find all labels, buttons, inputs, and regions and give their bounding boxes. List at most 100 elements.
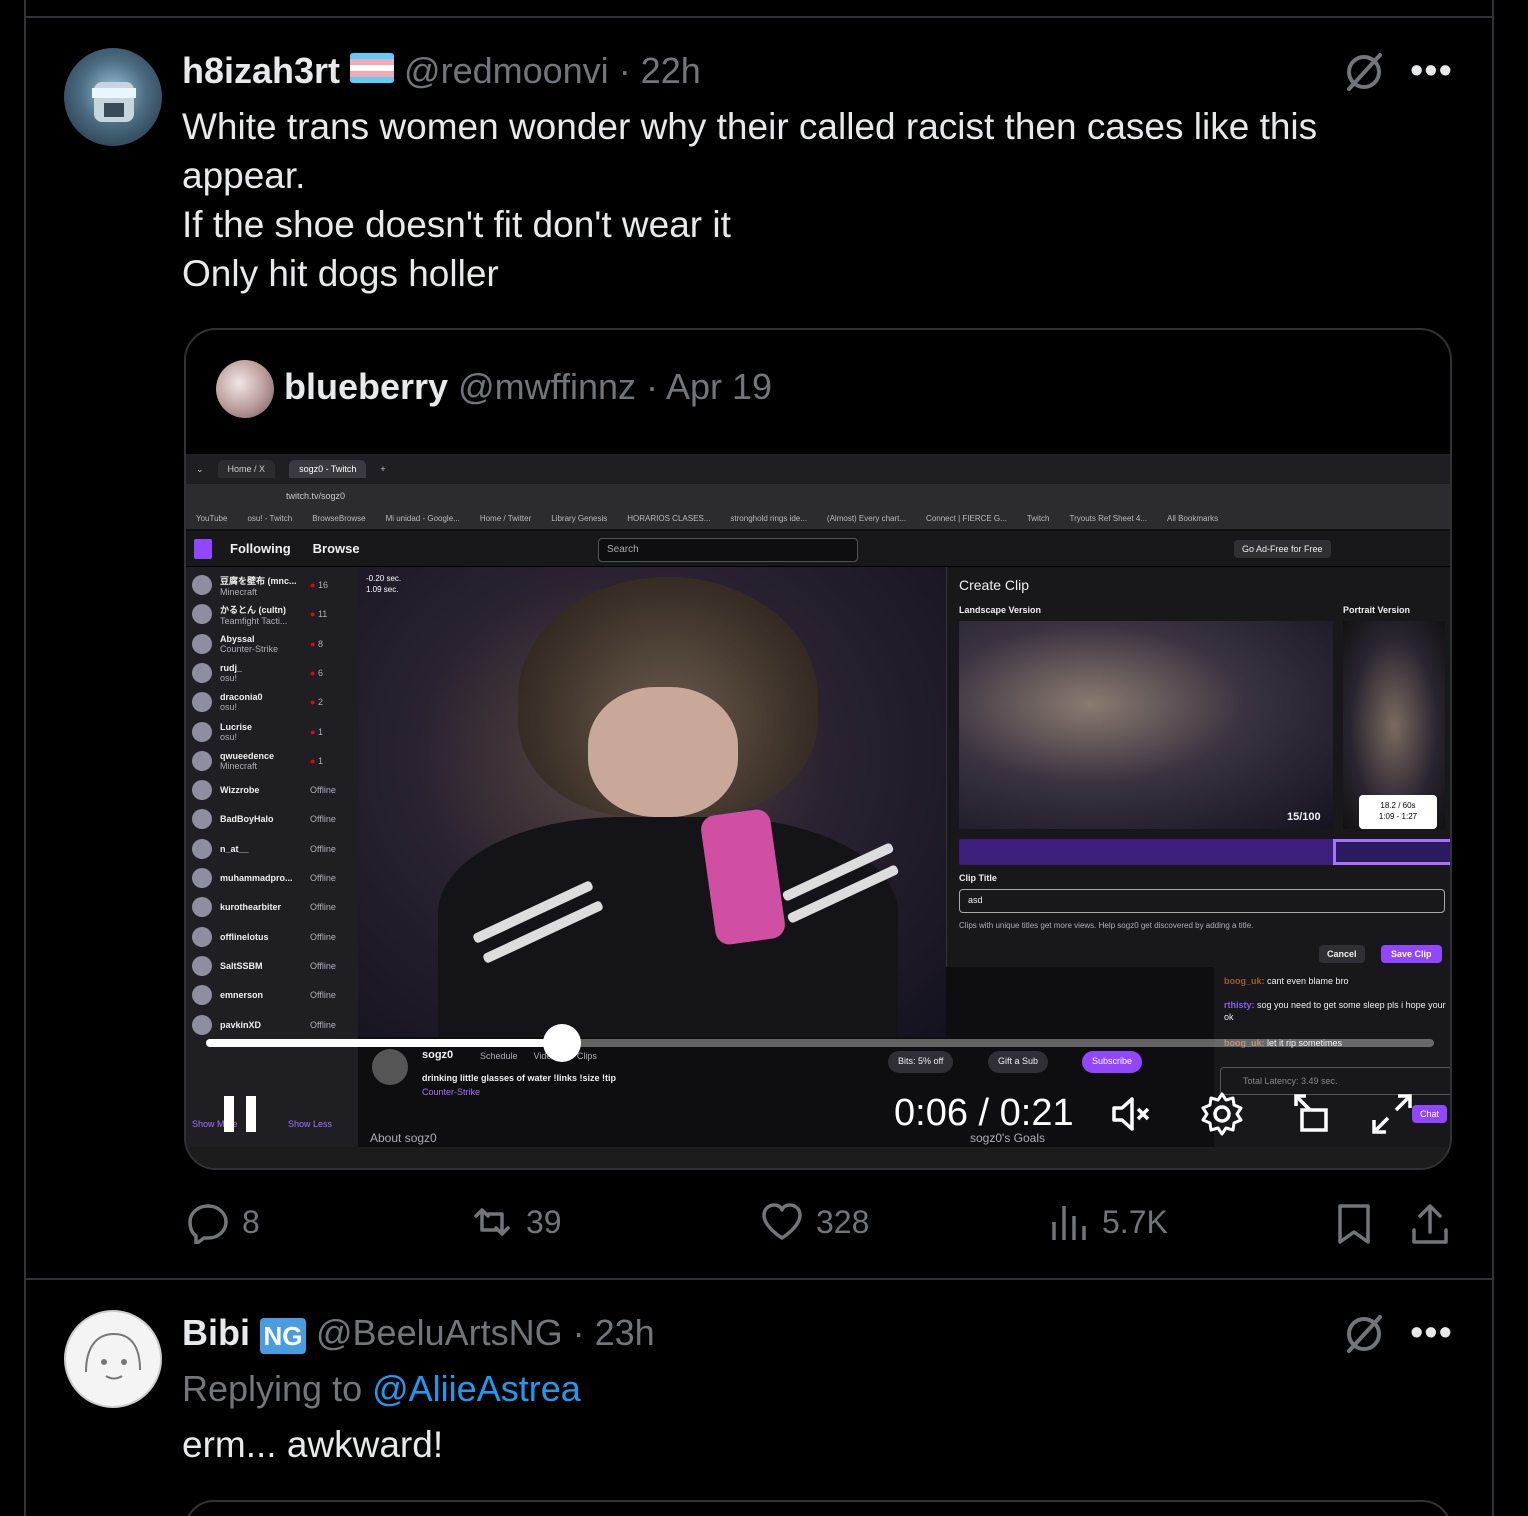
sidebar-channel-name: emnerson (220, 990, 308, 1000)
about-heading: About sogz0 (370, 1131, 437, 1145)
sidebar-channel-name: Abyssal Counter-Strike (220, 634, 308, 654)
channel-viewers: Offline (310, 902, 336, 912)
sidebar-channel: n_at__ Offline (192, 835, 352, 863)
channel-viewers: Offline (310, 961, 336, 971)
settings-gear-icon[interactable] (1198, 1090, 1246, 1138)
channel-avatar (192, 721, 212, 742)
channel-name: rudj_ (220, 662, 243, 673)
channel-category: osu! (220, 731, 238, 742)
live-dot-icon: ● (310, 580, 318, 590)
grok-icon[interactable] (1342, 50, 1386, 94)
replying-to-handle[interactable]: @AliieAstrea (372, 1368, 581, 1409)
channel-category: osu! (220, 672, 238, 683)
viewer-count: 11 (317, 609, 328, 620)
video-player[interactable]: ⌄ Home / X sogz0 - Twitch + twitch.tv/so… (186, 454, 1450, 1168)
live-dot-icon: ● (310, 638, 318, 649)
clip-cancel-button: Cancel (1319, 945, 1365, 963)
bookmark: Twitch (1026, 514, 1050, 523)
sidebar-channel-name: rudj_ osu! (220, 663, 308, 683)
repost-count: 39 (526, 1203, 562, 1240)
viewer-count: Offline (310, 814, 336, 825)
nav-following: Following (230, 541, 291, 556)
author-name[interactable]: h8izah3rt (182, 50, 340, 92)
chat-text: sog you need to get some sleep pls i hop… (1224, 1000, 1446, 1022)
channel-viewers: ● 2 (310, 697, 323, 707)
bookmark: osu! - Twitch (247, 514, 293, 523)
channel-viewers: Offline (310, 844, 336, 854)
clip-help-text: Clips with unique titles get more views.… (959, 921, 1254, 930)
viewer-count: Offline (310, 931, 336, 942)
grok-icon[interactable] (1342, 1312, 1386, 1356)
picture-in-picture-icon[interactable] (1288, 1090, 1336, 1138)
pause-icon[interactable] (222, 1094, 258, 1134)
channel-category: Teamfight Tacti... (220, 615, 288, 626)
viewer-count: Offline (310, 902, 336, 913)
bookmarks-bar: YouTube osu! - Twitch BrowseBrowse Mi un… (186, 508, 1450, 530)
chat-latency: Total Latency: 3.49 sec. (1220, 1067, 1450, 1095)
channel-name: kurothearbiter (220, 902, 282, 913)
reply-author-handle[interactable]: @BeeluArtsNG (316, 1312, 563, 1354)
viewer-count: Offline (310, 873, 336, 883)
viewer-count: Offline (310, 1019, 336, 1030)
quoted-tweet-card[interactable]: blueberry @mwffinnz · Apr 19 ⌄ Home / X … (184, 328, 1452, 1170)
repost-action[interactable]: 39 (470, 1200, 562, 1244)
quoted-avatar[interactable] (216, 360, 274, 418)
sidebar-channel: かるとん (cultn) Teamfight Tacti... ● 11 (192, 600, 352, 628)
avatar[interactable] (64, 48, 162, 146)
channel-viewers: ● 11 (310, 609, 327, 619)
clip-duration-box: 18.2 / 60s 1:09 - 1:27 (1359, 795, 1437, 829)
reply-time[interactable]: · 23h (573, 1312, 655, 1354)
channel-avatar (372, 1049, 408, 1085)
channel-info-bar: sogz0 Schedule Videos Clips drinking lit… (358, 1037, 1214, 1147)
channel-avatar (192, 750, 212, 771)
chat-message: boog_uk: cant even blame bro (1224, 975, 1448, 987)
sidebar-channel: offlinelotus Offline (192, 923, 352, 951)
replying-to-line: Replying to @AliieAstrea (182, 1368, 581, 1410)
channel-name: Lucrise (220, 721, 253, 732)
channel-avatar (192, 897, 212, 918)
mute-icon[interactable] (1108, 1090, 1156, 1138)
sidebar-channel: BadBoyHalo Offline (192, 805, 352, 833)
reply-avatar[interactable] (64, 1310, 162, 1408)
more-options-icon[interactable]: ••• (1410, 52, 1453, 90)
nav-browse: Browse (312, 541, 360, 556)
sidebar-channel-name: Lucrise osu! (220, 722, 308, 742)
viewer-count: Offline (310, 990, 336, 1001)
live-dot-icon: ● (310, 667, 318, 678)
quoted-author-name[interactable]: blueberry (284, 366, 448, 408)
avatar-sketch (85, 1332, 141, 1380)
viewer-count: 1 (317, 726, 323, 737)
clip-selection (1333, 839, 1450, 865)
sidebar-channel: kurothearbiter Offline (192, 893, 352, 921)
tweet-header: h8izah3rt @redmoonvi · 22h (182, 50, 701, 92)
reply-author-name[interactable]: Bibi (182, 1312, 250, 1354)
sidebar-channel: Lucrise osu! ● 1 (192, 718, 352, 746)
more-options-icon[interactable]: ••• (1410, 1314, 1453, 1352)
live-dot-icon: ● (310, 697, 318, 708)
tweet-actions: 8 39 328 5.7K (182, 1200, 1452, 1252)
like-action[interactable]: 328 (760, 1200, 869, 1244)
next-quoted-card[interactable] (184, 1500, 1452, 1516)
clip-title-input: asd (959, 889, 1445, 913)
fullscreen-icon[interactable] (1368, 1090, 1416, 1138)
trans-flag-emoji (350, 53, 395, 83)
reply-action[interactable]: 8 (186, 1200, 260, 1244)
sidebar-channel-name: draconia0 osu! (220, 692, 308, 712)
tweet-time[interactable]: · 22h (619, 50, 701, 92)
chat-message: rthisty: sog you need to get some sleep … (1224, 999, 1448, 1023)
bookmark-icon[interactable] (1332, 1202, 1376, 1246)
tweet-text: White trans women wonder why their calle… (182, 102, 1432, 298)
bookmark: Connect | FIERCE G... (926, 514, 1007, 523)
channel-viewers: ● 1 (310, 727, 323, 737)
show-less-link: Show Less (288, 1119, 333, 1129)
author-handle[interactable]: @redmoonvi (404, 50, 609, 92)
browser-tab-strip: ⌄ Home / X sogz0 - Twitch + (186, 454, 1450, 484)
quoted-author-handle[interactable]: @mwffinnz (458, 366, 636, 408)
video-scrubber-handle[interactable] (543, 1024, 582, 1062)
views-action[interactable]: 5.7K (1046, 1200, 1168, 1244)
channel-name: Abyssal (220, 633, 255, 644)
live-dot-icon: ● (310, 726, 318, 737)
share-icon[interactable] (1408, 1202, 1452, 1246)
channel-name: n_at__ (220, 843, 249, 854)
quoted-time[interactable]: · Apr 19 (646, 366, 772, 408)
